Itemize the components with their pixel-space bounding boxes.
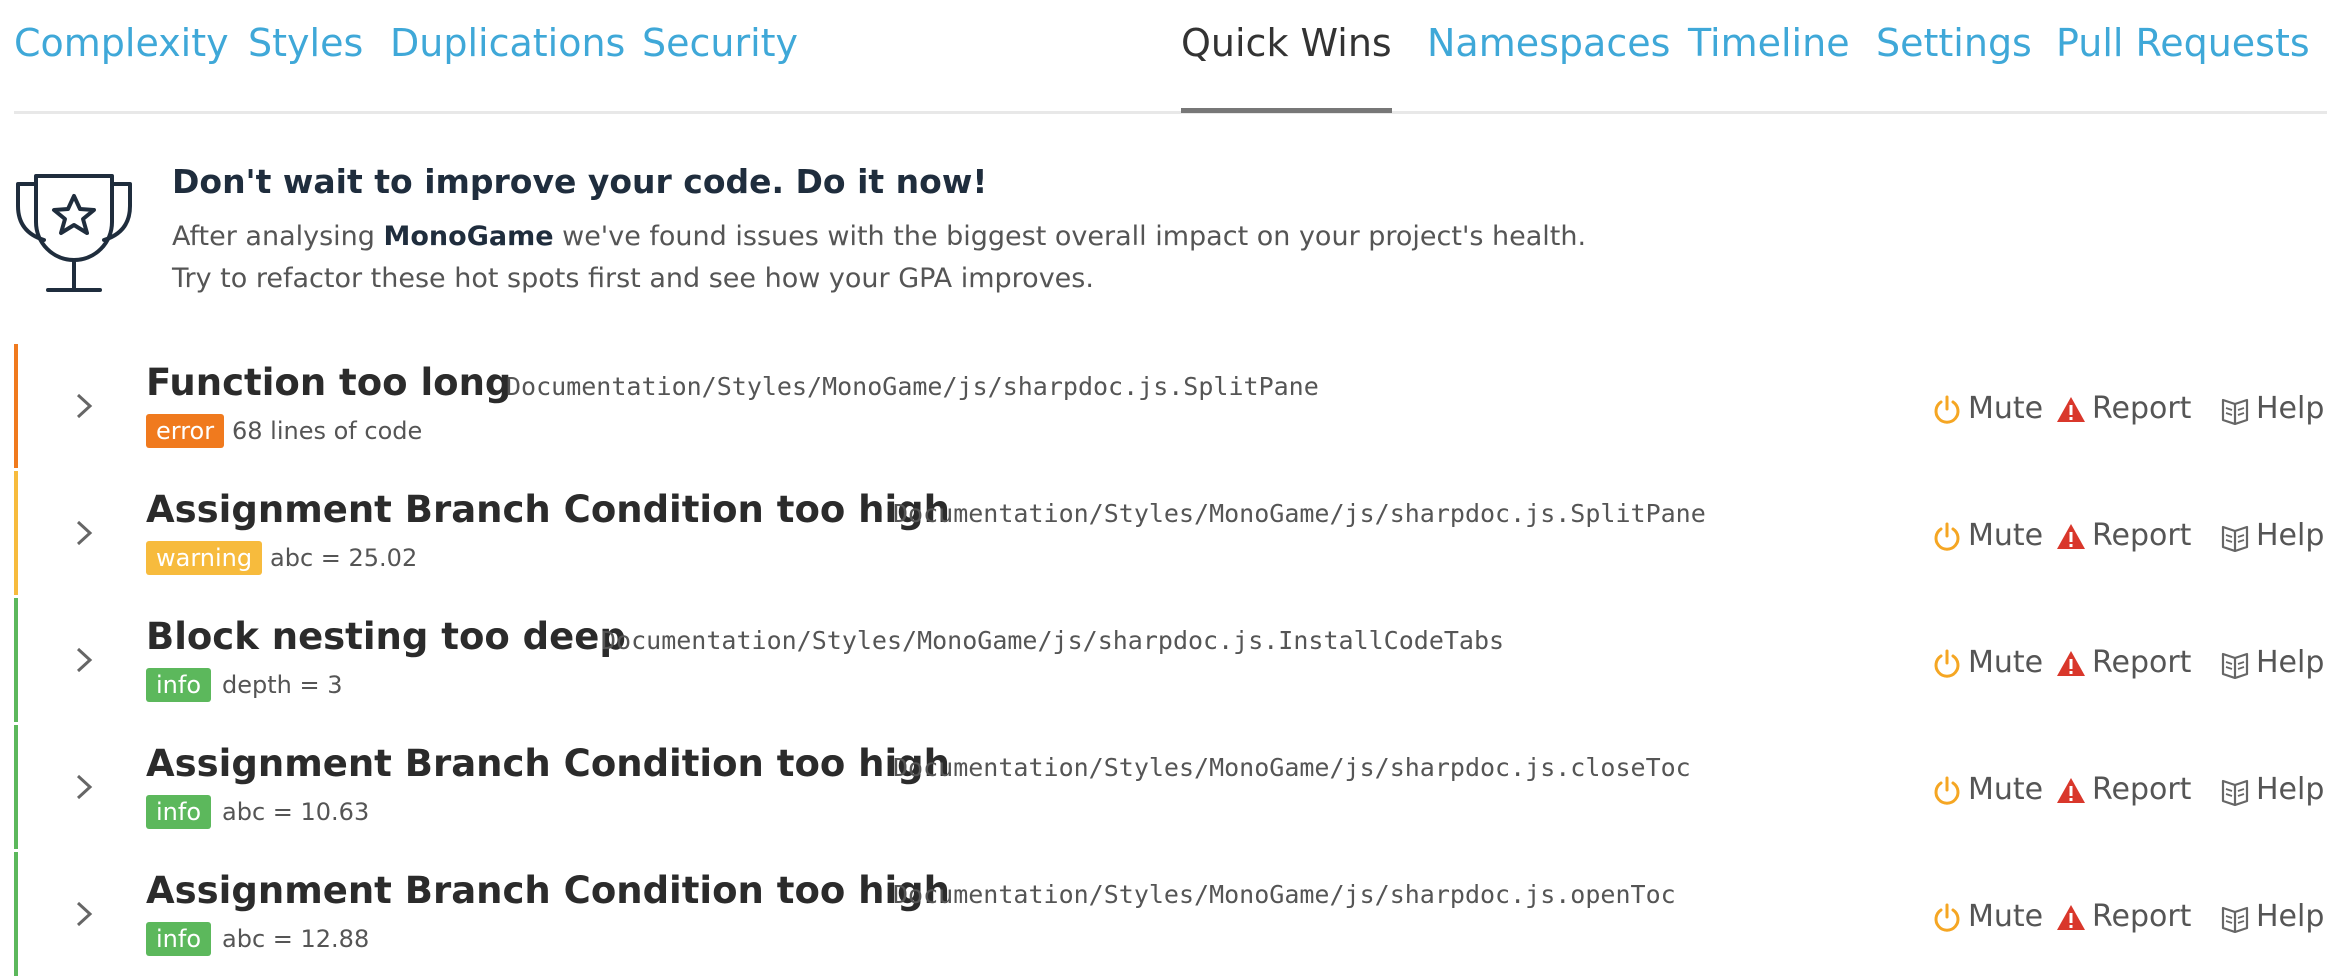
project-name: MonoGame — [383, 221, 554, 252]
warning-icon — [2057, 905, 2085, 930]
issue-metric: abc = 25.02 — [270, 544, 418, 572]
power-icon — [1934, 395, 1960, 424]
severity-badge: info — [146, 795, 212, 829]
intro-heading: Don't wait to improve your code. Do it n… — [172, 162, 988, 201]
book-icon — [2221, 906, 2249, 933]
issue-row[interactable]: Assignment Branch Condition too high Doc… — [14, 725, 2327, 849]
tab-settings[interactable]: Settings — [1876, 14, 2032, 72]
intro-description: After analysing MonoGame we've found iss… — [172, 216, 1586, 300]
chevron-right-icon[interactable] — [72, 643, 98, 677]
power-icon — [1934, 776, 1960, 805]
power-icon — [1934, 903, 1960, 932]
issue-metric: depth = 3 — [222, 671, 343, 699]
chevron-right-icon[interactable] — [72, 897, 98, 931]
tab-complexity[interactable]: Complexity — [14, 14, 229, 72]
tab-security[interactable]: Security — [642, 14, 798, 72]
power-icon — [1934, 649, 1960, 678]
warning-icon — [2057, 397, 2085, 422]
issue-row[interactable]: Assignment Branch Condition too high Doc… — [14, 471, 2327, 595]
issue-path[interactable]: Documentation/Styles/MonoGame/js/sharpdo… — [506, 370, 1319, 404]
chevron-right-icon[interactable] — [72, 516, 98, 550]
intro-line-1: After analysing MonoGame we've found iss… — [172, 221, 1587, 252]
quick-wins-page: Complexity Styles Duplications Security … — [0, 0, 2327, 977]
warning-icon — [2057, 524, 2085, 549]
tab-styles[interactable]: Styles — [248, 14, 363, 72]
tab-quick-wins[interactable]: Quick Wins — [1181, 14, 1392, 113]
issue-row[interactable]: Function too long Documentation/Styles/M… — [14, 344, 2327, 468]
warning-icon — [2057, 778, 2085, 803]
severity-badge: warning — [146, 541, 263, 575]
chevron-right-icon[interactable] — [72, 770, 98, 804]
issue-title[interactable]: Assignment Branch Condition too high — [146, 485, 950, 535]
issue-title[interactable]: Function too long — [146, 358, 511, 408]
warning-icon — [2057, 651, 2085, 676]
book-icon — [2221, 525, 2249, 552]
severity-badge: error — [146, 414, 225, 448]
intro-line-2: Try to refactor these hot spots first an… — [172, 263, 1094, 294]
book-icon — [2221, 779, 2249, 806]
issue-metric: abc = 10.63 — [222, 798, 370, 826]
main-nav: Complexity Styles Duplications Security … — [14, 0, 2327, 114]
issue-metric: abc = 12.88 — [222, 925, 370, 953]
issue-row[interactable]: Block nesting too deep Documentation/Sty… — [14, 598, 2327, 722]
trophy-icon — [16, 174, 132, 292]
tab-pull-requests[interactable]: Pull Requests — [2056, 14, 2310, 72]
issue-path[interactable]: Documentation/Styles/MonoGame/js/sharpdo… — [893, 751, 1691, 785]
tab-duplications[interactable]: Duplications — [390, 14, 625, 72]
issue-path[interactable]: Documentation/Styles/MonoGame/js/sharpdo… — [893, 878, 1676, 912]
power-icon — [1934, 522, 1960, 551]
issue-title[interactable]: Assignment Branch Condition too high — [146, 866, 950, 916]
tab-timeline[interactable]: Timeline — [1688, 14, 1850, 72]
issue-title[interactable]: Block nesting too deep — [146, 612, 626, 662]
issue-metric: 68 lines of code — [232, 417, 423, 445]
severity-badge: info — [146, 922, 212, 956]
tab-namespaces[interactable]: Namespaces — [1427, 14, 1670, 72]
issue-path[interactable]: Documentation/Styles/MonoGame/js/sharpdo… — [601, 624, 1504, 658]
book-icon — [2221, 398, 2249, 425]
severity-badge: info — [146, 668, 212, 702]
issue-row[interactable]: Assignment Branch Condition too high Doc… — [14, 852, 2327, 976]
chevron-right-icon[interactable] — [72, 389, 98, 423]
book-icon — [2221, 652, 2249, 679]
issue-title[interactable]: Assignment Branch Condition too high — [146, 739, 950, 789]
issue-path[interactable]: Documentation/Styles/MonoGame/js/sharpdo… — [893, 497, 1706, 531]
